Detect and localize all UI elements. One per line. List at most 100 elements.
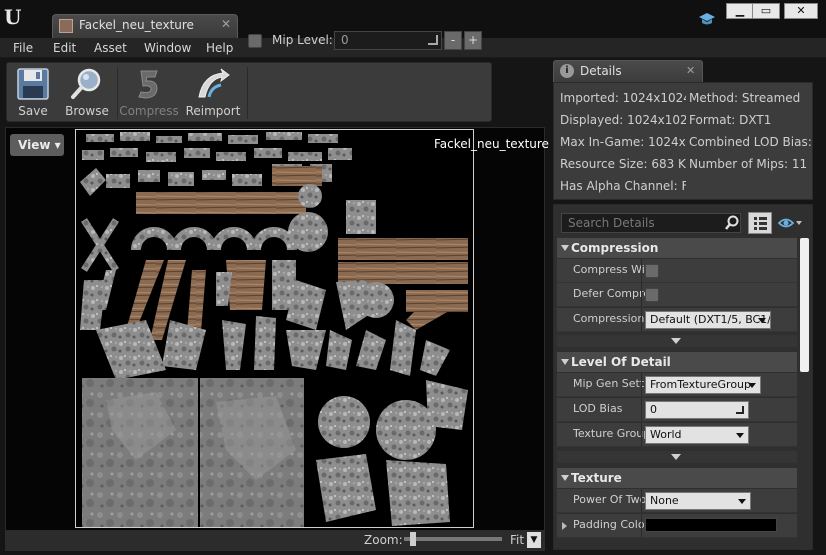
padding-color-swatch[interactable] [645,518,777,532]
menu-window[interactable]: Window [144,41,191,55]
info-resource-size: Resource Size: 683 Kb [560,157,686,171]
details-scrollbar-thumb[interactable] [800,238,809,372]
chevron-down-icon: ▾ [54,138,61,152]
magnifier-icon [69,67,105,101]
search-icon[interactable] [724,215,740,231]
reimport-icon [195,67,231,101]
info-displayed: Displayed: 1024x1024 [560,113,686,127]
category-level-of-detail[interactable]: Level Of Detail [557,352,797,372]
property-row: Power Of Two Mode None [557,489,797,513]
property-row: Defer Compression [557,283,797,307]
search-details-input[interactable]: Search Details [561,213,741,233]
zoom-label: Zoom: [364,533,403,547]
property-divider [641,283,642,307]
chevron-down-icon [671,454,681,460]
mip-level-checkbox[interactable] [248,34,262,48]
chevron-down-icon [671,338,681,344]
toolbar-separator [117,67,118,119]
reimport-label: Reimport [185,104,241,118]
graduation-cap-icon[interactable] [698,10,716,28]
browse-label: Browse [65,104,109,118]
close-window-button[interactable]: ✕ [784,3,818,19]
property-divider [641,489,642,513]
category-compression[interactable]: Compression [557,238,797,258]
chevron-right-icon[interactable] [562,522,567,530]
zoom-value: Fit [510,533,525,547]
resize-grip-icon [736,406,744,414]
property-divider [641,259,642,283]
save-icon [15,67,51,101]
lod-bias-value: 0 [650,403,657,416]
info-format: Format: DXT1 [689,113,772,127]
info-lod-bias: Combined LOD Bias: 0 [689,135,813,149]
defer-compression-checkbox[interactable] [645,288,659,302]
menu-asset[interactable]: Asset [94,41,127,55]
property-divider [641,514,642,538]
property-divider [641,423,642,447]
toolbar-separator [247,67,248,119]
compress-icon [131,67,167,101]
zoom-dropdown-button[interactable]: ▼ [527,532,541,548]
power-of-two-dropdown[interactable]: None [645,492,751,510]
unreal-logo-icon: U [4,5,22,29]
compression-settings-dropdown[interactable]: Default (DXT1/5, BC1/3 on DX11) [645,311,771,329]
menu-edit[interactable]: Edit [53,41,76,55]
info-has-alpha: Has Alpha Channel: False [560,179,686,193]
reimport-button[interactable]: Reimport [185,65,241,121]
mip-level-value: 0 [341,33,349,47]
zoom-slider[interactable] [404,537,502,541]
details-tab[interactable]: i Details ✕ [553,60,703,82]
save-label: Save [18,104,48,118]
chevron-down-icon: ▼ [530,535,538,545]
category-texture[interactable]: Texture [557,468,797,488]
texture-info-box: Imported: 1024x1024 Displayed: 1024x1024… [553,82,813,200]
view-options-button[interactable] [748,212,772,234]
info-icon: i [560,64,574,78]
menu-file[interactable]: File [13,41,33,55]
minimize-button[interactable]: ▁ [726,3,754,19]
texture-asset-icon [59,19,73,33]
info-num-mips: Number of Mips: 11 [689,157,808,171]
browse-button[interactable]: Browse [61,65,113,121]
texture-name-overlay: Fackel_neu_texture [434,137,549,151]
toolbar: Save Browse Compress Reimport [6,62,492,122]
document-tab-label: Fackel_neu_texture [79,18,194,32]
property-row: Compress Without Alpha [557,259,797,283]
eye-icon[interactable] [777,216,802,230]
property-row: Padding Color [557,514,797,538]
property-divider [641,308,642,332]
info-imported: Imported: 1024x1024 [560,91,686,105]
document-tab[interactable]: Fackel_neu_texture ✕ [52,14,238,38]
property-divider [641,398,642,422]
property-row: Compression Settings Default (DXT1/5, BC… [557,308,797,332]
texture-group-dropdown[interactable]: World [645,426,749,444]
texture-preview [75,129,474,528]
lod-bias-input[interactable]: 0 [645,401,749,419]
close-tab-icon[interactable]: ✕ [686,64,695,77]
mip-gen-settings-dropdown[interactable]: FromTextureGroup [645,376,761,394]
info-method: Method: Streamed [689,91,801,105]
maximize-button[interactable]: ▭ [752,3,780,19]
advanced-expander[interactable] [557,335,797,347]
details-tab-label: Details [580,64,622,78]
property-row: Mip Gen Settings FromTextureGroup [557,373,797,397]
close-tab-icon[interactable]: ✕ [221,17,231,31]
save-button[interactable]: Save [13,65,53,121]
view-menu-label: View [18,138,51,152]
list-icon [754,217,767,230]
view-menu-button[interactable]: View ▾ [10,134,64,156]
property-row: Texture Group World [557,423,797,447]
mip-level-input[interactable]: 0 [334,31,442,50]
info-max-in-game: Max In-Game: 1024x1024 [560,135,686,149]
mip-level-label: Mip Level: [272,33,333,47]
compress-button[interactable]: Compress [119,65,179,121]
viewport-status-bar [5,531,545,551]
property-divider [641,373,642,397]
property-row: LOD Bias 0 [557,398,797,422]
advanced-expander[interactable] [557,451,797,463]
mip-increment-button[interactable]: + [464,31,482,50]
mip-decrement-button[interactable]: - [444,31,462,50]
zoom-slider-thumb[interactable] [410,532,416,546]
menu-help[interactable]: Help [206,41,233,55]
compress-without-alpha-checkbox[interactable] [645,264,659,278]
